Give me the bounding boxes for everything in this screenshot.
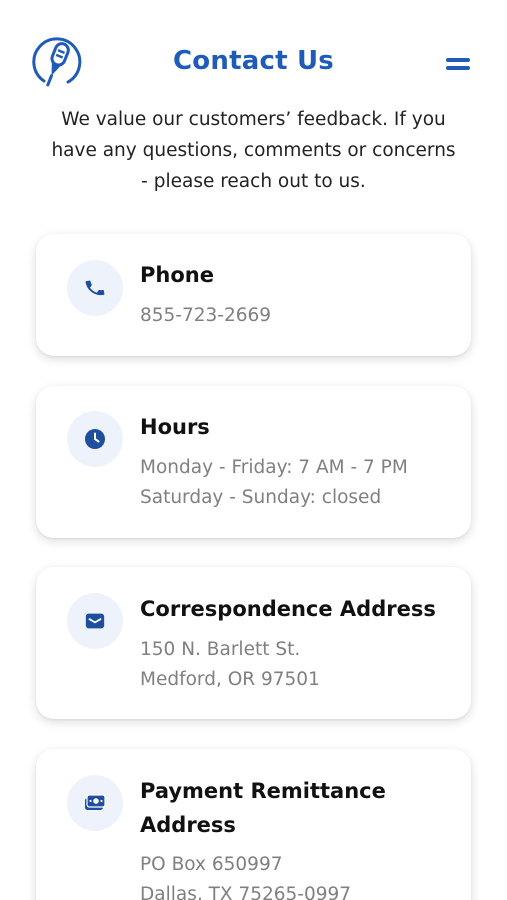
phone-title: Phone — [140, 263, 214, 287]
contact-us-page: Contact Us We value our customers’ feedb… — [0, 0, 507, 900]
hours-weekday: Monday - Friday: 7 AM - 7 PM — [140, 457, 408, 478]
payment-title-line-2: Address — [140, 813, 236, 837]
phone-card[interactable]: Phone 855-723-2669 — [36, 234, 471, 356]
payment-address-line-1: PO Box 650997 — [140, 854, 283, 875]
correspondence-address-card: Correspondence Address 150 N. Barlett St… — [36, 567, 471, 719]
payment-remittance-card: Payment Remittance Address PO Box 650997… — [36, 749, 471, 900]
page-title: Contact Us — [173, 46, 334, 76]
money-icon — [67, 775, 123, 831]
hours-card: Hours Monday - Friday: 7 AM - 7 PM Satur… — [36, 386, 471, 538]
hamburger-menu-icon[interactable] — [446, 56, 472, 72]
payment-address-line-2: Dallas, TX 75265-0997 — [140, 884, 352, 900]
intro-text: We value our customers’ feedback. If you… — [51, 109, 456, 192]
app-header: Contact Us — [0, 0, 507, 100]
hours-weekend: Saturday - Sunday: closed — [140, 487, 382, 508]
correspondence-title: Correspondence Address — [140, 597, 436, 621]
hours-title: Hours — [140, 415, 210, 439]
payment-title-line-1: Payment Remittance — [140, 779, 386, 803]
clock-icon — [67, 411, 123, 467]
phone-number[interactable]: 855-723-2669 — [140, 301, 451, 331]
address-line-1: 150 N. Barlett St. — [140, 639, 301, 660]
address-line-2: Medford, OR 97501 — [140, 669, 320, 690]
phone-icon — [67, 260, 123, 316]
mail-icon — [67, 593, 123, 649]
